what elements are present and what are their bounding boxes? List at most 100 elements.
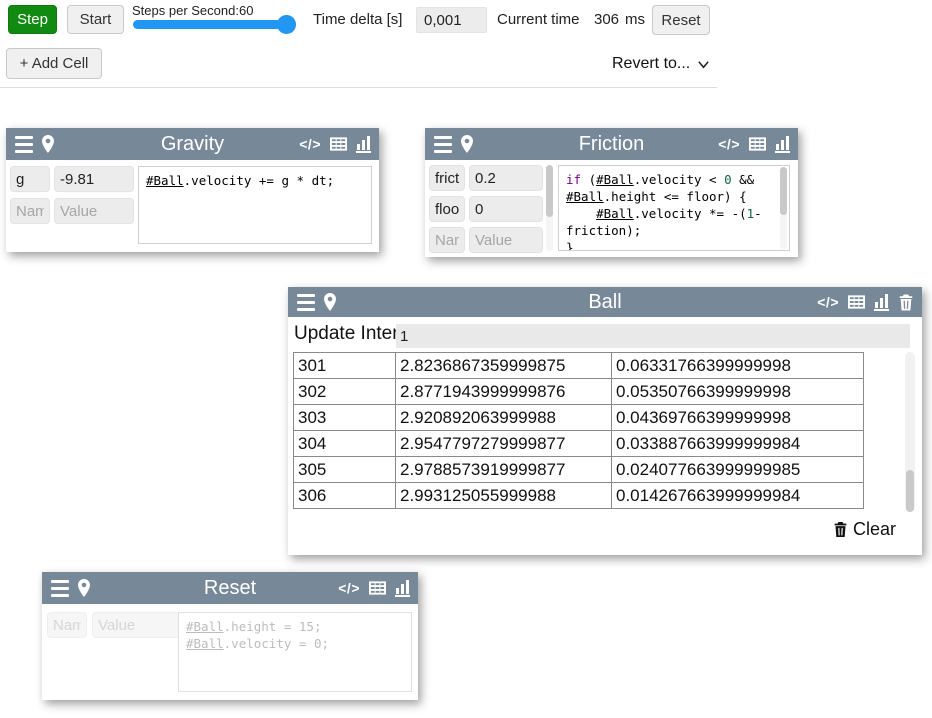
table-cell: 2.920892063999988 — [396, 405, 612, 431]
variable-name-input[interactable] — [429, 165, 465, 191]
cell-friction: Friction </> if (#Ball.velocity < 0 &&#B… — [425, 128, 798, 257]
cell-reset-header: Reset </> — [42, 572, 418, 604]
ball-data-table: 3012.82368673599998750.06331766399999998… — [293, 352, 864, 509]
table-scrollbar-thumb[interactable] — [906, 470, 914, 512]
cell-ball: Ball </> Update Interval: 3012.823686735… — [288, 287, 922, 555]
table-cell: 0.06331766399999998 — [612, 353, 864, 379]
menu-icon[interactable] — [51, 579, 69, 598]
table-cell: 2.9547797279999877 — [396, 431, 612, 457]
table-cell: 0.024077663999999985 — [612, 457, 864, 483]
clear-button[interactable]: Clear — [833, 519, 896, 540]
table-cell: 302 — [294, 379, 396, 405]
table-view-icon[interactable] — [369, 581, 386, 595]
variable-value-input[interactable] — [469, 165, 543, 191]
time-delta-label: Time delta [s] — [313, 11, 402, 28]
chart-view-icon[interactable] — [874, 294, 889, 311]
delete-cell-icon[interactable] — [388, 135, 404, 153]
cell-ball-header: Ball </> — [288, 287, 922, 317]
table-cell: 301 — [294, 353, 396, 379]
code-line: #Ball.velocity += g * dt; — [146, 172, 364, 189]
toolbar-divider — [0, 87, 717, 88]
code-view-icon[interactable]: </> — [338, 580, 360, 596]
menu-icon[interactable] — [15, 135, 33, 154]
chart-view-icon[interactable] — [356, 136, 371, 153]
new-variable-value-input[interactable] — [54, 198, 134, 224]
variable-value-input[interactable] — [469, 196, 543, 222]
code-line: #Ball.height = 15; — [186, 618, 404, 635]
table-row: 3012.82368673599998750.06331766399999998 — [294, 353, 864, 379]
code-line: #Ball.height <= floor) { — [566, 188, 782, 205]
step-button[interactable]: Step — [8, 5, 57, 34]
table-cell: 303 — [294, 405, 396, 431]
steps-per-second-slider-thumb[interactable] — [277, 15, 296, 34]
delete-cell-icon[interactable] — [807, 135, 823, 153]
menu-icon[interactable] — [434, 135, 452, 154]
variable-name-input[interactable] — [429, 196, 465, 222]
code-view-icon[interactable]: </> — [718, 136, 740, 152]
table-cell: 2.8236867359999875 — [396, 353, 612, 379]
table-cell: 0.05350766399999998 — [612, 379, 864, 405]
menu-icon[interactable] — [297, 293, 315, 312]
reset-button[interactable]: Reset — [652, 5, 710, 35]
code-editor[interactable]: if (#Ball.velocity < 0 &&#Ball.height <=… — [558, 165, 790, 251]
code-line: if (#Ball.velocity < 0 && — [566, 171, 782, 188]
time-delta-input[interactable] — [416, 7, 487, 33]
revert-to-dropdown[interactable]: Revert to... — [612, 55, 710, 73]
current-time-label: Current time — [497, 11, 580, 28]
table-cell: 0.04369766399999998 — [612, 405, 864, 431]
steps-per-second-slider-track[interactable] — [133, 20, 296, 29]
update-interval-input[interactable] — [396, 324, 910, 348]
variable-value-input[interactable] — [54, 166, 134, 192]
trash-icon — [833, 521, 848, 538]
delete-cell-icon[interactable] — [898, 294, 914, 311]
map-pin-icon[interactable] — [41, 135, 55, 153]
table-row: 3062.9931250559999880.014267663999999984 — [294, 483, 864, 509]
table-row: 3022.87719439999998760.05350766399999998 — [294, 379, 864, 405]
table-cell: 2.993125055999988 — [396, 483, 612, 509]
cell-friction-header: Friction </> — [425, 128, 798, 160]
steps-per-second-text: Steps per Second: — [132, 3, 239, 18]
chevron-down-icon — [697, 58, 710, 71]
code-scrollbar[interactable] — [780, 167, 787, 249]
clear-label: Clear — [853, 519, 896, 540]
code-line: } — [566, 239, 782, 251]
table-cell: 0.014267663999999984 — [612, 483, 864, 509]
delete-cell-icon[interactable] — [427, 579, 443, 597]
map-pin-icon[interactable] — [77, 579, 91, 597]
start-button[interactable]: Start — [67, 5, 124, 34]
code-editor[interactable]: #Ball.height = 15;#Ball.velocity = 0; — [178, 612, 412, 692]
table-view-icon[interactable] — [848, 295, 865, 309]
new-variable-value-input[interactable] — [469, 227, 543, 253]
table-cell: 0.033887663999999984 — [612, 431, 864, 457]
table-row: 3032.9208920639999880.04369766399999998 — [294, 405, 864, 431]
table-cell: 305 — [294, 457, 396, 483]
map-pin-icon[interactable] — [323, 293, 337, 311]
cell-gravity: Gravity </> #Ball.velocity += g * dt; — [6, 128, 379, 252]
current-time-unit: ms — [625, 11, 645, 28]
add-cell-button[interactable]: + Add Cell — [6, 48, 102, 79]
code-view-icon[interactable]: </> — [817, 294, 839, 310]
new-variable-name-input[interactable] — [47, 612, 87, 638]
code-view-icon[interactable]: </> — [299, 136, 321, 152]
table-cell: 304 — [294, 431, 396, 457]
new-variable-name-input[interactable] — [429, 227, 465, 253]
variable-name-input[interactable] — [10, 166, 50, 192]
new-variable-value-input[interactable] — [92, 612, 180, 638]
new-variable-name-input[interactable] — [10, 198, 50, 224]
cell-gravity-header: Gravity </> — [6, 128, 379, 160]
code-line: #Ball.velocity *= -(1- — [566, 205, 782, 222]
code-editor[interactable]: #Ball.velocity += g * dt; — [138, 166, 372, 244]
chart-view-icon[interactable] — [775, 136, 790, 153]
variables-scrollbar[interactable] — [546, 165, 553, 251]
chart-view-icon[interactable] — [395, 580, 410, 597]
code-line: #Ball.velocity = 0; — [186, 635, 404, 652]
map-pin-icon[interactable] — [460, 135, 474, 153]
table-view-icon[interactable] — [749, 137, 766, 151]
table-view-icon[interactable] — [330, 137, 347, 151]
cell-reset: Reset </> #Ball.height = 15;#Ball.veloci… — [42, 572, 418, 700]
table-cell: 306 — [294, 483, 396, 509]
table-cell: 2.8771943999999876 — [396, 379, 612, 405]
code-line: friction); — [566, 222, 782, 239]
table-row: 3042.95477972799998770.03388766399999998… — [294, 431, 864, 457]
revert-to-label: Revert to... — [612, 55, 690, 73]
